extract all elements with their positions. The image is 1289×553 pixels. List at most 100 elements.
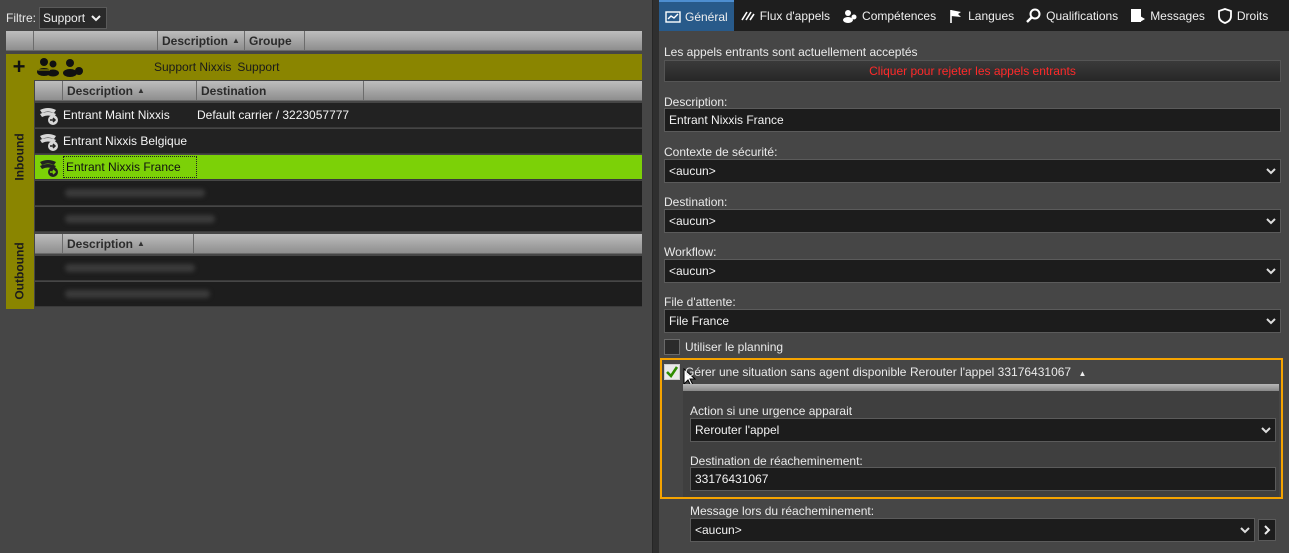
inbound-call-icon bbox=[40, 134, 58, 151]
outbound-grid-header: Description ▲ bbox=[35, 234, 642, 254]
tab-langues[interactable]: Langues bbox=[942, 0, 1020, 31]
filter-label: Filtre: bbox=[6, 11, 36, 25]
workflow-select[interactable]: <aucun> bbox=[664, 259, 1281, 283]
inbound-call-icon bbox=[40, 108, 58, 125]
flag-icon bbox=[950, 9, 962, 23]
chevron-down-icon bbox=[1266, 268, 1276, 275]
inbound-call-icon bbox=[40, 160, 58, 177]
chevron-down-icon bbox=[91, 15, 101, 22]
details-pane: Général Flux d'appels Compétences Langue… bbox=[659, 0, 1289, 553]
inbound-grid-header: Description ▲ Destination bbox=[35, 81, 642, 101]
chevron-down-icon bbox=[1240, 527, 1250, 534]
calls-status-text: Les appels entrants sont actuellement ac… bbox=[664, 45, 918, 59]
row-destination: Default carrier / 3223057777 bbox=[197, 108, 350, 122]
col-header-outbound-extra[interactable] bbox=[194, 234, 642, 253]
inbound-row[interactable]: Entrant Maint Nixxis Default carrier / 3… bbox=[35, 103, 642, 128]
filter-bar: Filtre: Support bbox=[6, 7, 107, 29]
blurred-content bbox=[65, 264, 195, 272]
pane-splitter[interactable] bbox=[652, 0, 659, 553]
workflow-label: Workflow: bbox=[664, 245, 717, 259]
outbound-side-label[interactable]: Outbound bbox=[6, 233, 34, 309]
chevron-down-icon bbox=[1266, 318, 1276, 325]
chevron-right-icon bbox=[1264, 525, 1271, 535]
urgency-label: Gérer une situation sans agent disponibl… bbox=[685, 365, 907, 379]
group-group: Support bbox=[237, 60, 280, 74]
queue-select[interactable]: File France bbox=[664, 309, 1281, 333]
planning-label: Utiliser le planning bbox=[685, 340, 784, 354]
tab-competences[interactable]: Compétences bbox=[836, 0, 942, 31]
sort-asc-icon: ▲ bbox=[137, 239, 145, 248]
tab-flux-appels[interactable]: Flux d'appels bbox=[734, 0, 836, 31]
campaign-list-pane: Filtre: Support Description ▲ Groupe + Su… bbox=[0, 0, 652, 553]
collapse-icon: ▲ bbox=[1078, 369, 1087, 378]
col-header-inbound-icon[interactable] bbox=[35, 81, 63, 100]
chart-icon bbox=[665, 10, 681, 23]
chevron-down-icon bbox=[1261, 427, 1271, 434]
flow-icon bbox=[741, 11, 755, 20]
col-header-inbound-description[interactable]: Description ▲ bbox=[63, 81, 197, 100]
tab-general[interactable]: Général bbox=[659, 0, 734, 31]
filter-value: Support bbox=[43, 11, 86, 25]
team-icon bbox=[37, 58, 59, 77]
inbound-side-label[interactable]: Inbound bbox=[6, 80, 34, 233]
chevron-down-icon bbox=[1266, 168, 1276, 175]
blurred-content bbox=[65, 290, 210, 298]
blurred-content bbox=[65, 189, 205, 197]
urgency-summary[interactable]: Rerouter l'appel 33176431067 ▲ bbox=[910, 365, 1086, 379]
inbound-row[interactable]: Entrant Nixxis Belgique bbox=[35, 129, 642, 154]
security-context-select[interactable]: <aucun> bbox=[664, 159, 1281, 183]
inbound-row-blurred[interactable] bbox=[35, 181, 642, 206]
reroute-message-select[interactable]: <aucun> bbox=[690, 518, 1255, 542]
reroute-destination-label: Destination de réacheminement: bbox=[690, 454, 863, 468]
urgency-action-label: Action si une urgence apparait bbox=[690, 404, 853, 418]
tab-droits[interactable]: Droits bbox=[1211, 0, 1274, 31]
col-header-description[interactable]: Description ▲ bbox=[158, 31, 245, 50]
description-input[interactable]: Entrant Nixxis France bbox=[664, 108, 1281, 132]
security-context-label: Contexte de sécurité: bbox=[664, 145, 778, 159]
message-icon bbox=[1131, 8, 1146, 22]
outbound-row-blurred[interactable] bbox=[35, 282, 642, 307]
reject-calls-button[interactable]: Cliquer pour rejeter les appels entrants bbox=[664, 60, 1281, 82]
check-icon bbox=[666, 366, 679, 379]
group-name: Support Nixxis bbox=[154, 60, 232, 74]
sort-asc-icon: ▲ bbox=[232, 36, 240, 45]
row-description: Entrant Nixxis France bbox=[63, 156, 197, 178]
col-header-outbound-icon[interactable] bbox=[35, 234, 63, 253]
col-header-inbound-destination[interactable]: Destination bbox=[197, 81, 364, 100]
outbound-row-blurred[interactable] bbox=[35, 256, 642, 281]
col-header-outbound-description[interactable]: Description ▲ bbox=[63, 234, 194, 253]
tab-messages[interactable]: Messages bbox=[1124, 0, 1211, 31]
filter-select[interactable]: Support bbox=[39, 7, 107, 29]
search-icon bbox=[1026, 8, 1041, 23]
col-header-groupe[interactable]: Groupe bbox=[245, 31, 305, 50]
planning-checkbox[interactable] bbox=[664, 339, 680, 355]
add-icon[interactable]: + bbox=[6, 54, 32, 80]
group-row-support[interactable]: + Support Nixxis Support bbox=[6, 54, 642, 80]
group-icons bbox=[36, 57, 84, 77]
reroute-destination-input[interactable]: 33176431067 bbox=[690, 467, 1276, 491]
skills-icon bbox=[843, 9, 857, 23]
chevron-down-icon bbox=[1266, 218, 1276, 225]
blurred-content bbox=[65, 215, 215, 223]
urgency-action-select[interactable]: Rerouter l'appel bbox=[690, 418, 1276, 442]
shield-icon bbox=[1217, 7, 1232, 24]
destination-select[interactable]: <aucun> bbox=[664, 209, 1281, 233]
queue-label: File d'attente: bbox=[664, 295, 736, 309]
reroute-message-label: Message lors du réacheminement: bbox=[690, 504, 875, 518]
destination-label: Destination: bbox=[664, 195, 728, 209]
sort-asc-icon: ▲ bbox=[137, 86, 145, 95]
top-grid-header: Description ▲ Groupe bbox=[6, 31, 642, 51]
col-header-icons[interactable] bbox=[34, 31, 158, 50]
inbound-row-blurred[interactable] bbox=[35, 207, 642, 232]
description-label: Description: bbox=[664, 95, 728, 109]
urgency-expander-strip[interactable] bbox=[683, 384, 1279, 391]
row-description: Entrant Maint Nixxis bbox=[63, 108, 170, 122]
tab-qualifications[interactable]: Qualifications bbox=[1020, 0, 1124, 31]
tab-bar: Général Flux d'appels Compétences Langue… bbox=[659, 0, 1289, 31]
agents-icon bbox=[63, 59, 83, 77]
inbound-row-selected[interactable]: Entrant Nixxis France bbox=[35, 155, 642, 180]
urgency-checkbox[interactable] bbox=[664, 364, 680, 380]
open-message-button[interactable] bbox=[1258, 519, 1276, 541]
row-description: Entrant Nixxis Belgique bbox=[63, 134, 188, 148]
col-header-add[interactable] bbox=[6, 31, 34, 50]
